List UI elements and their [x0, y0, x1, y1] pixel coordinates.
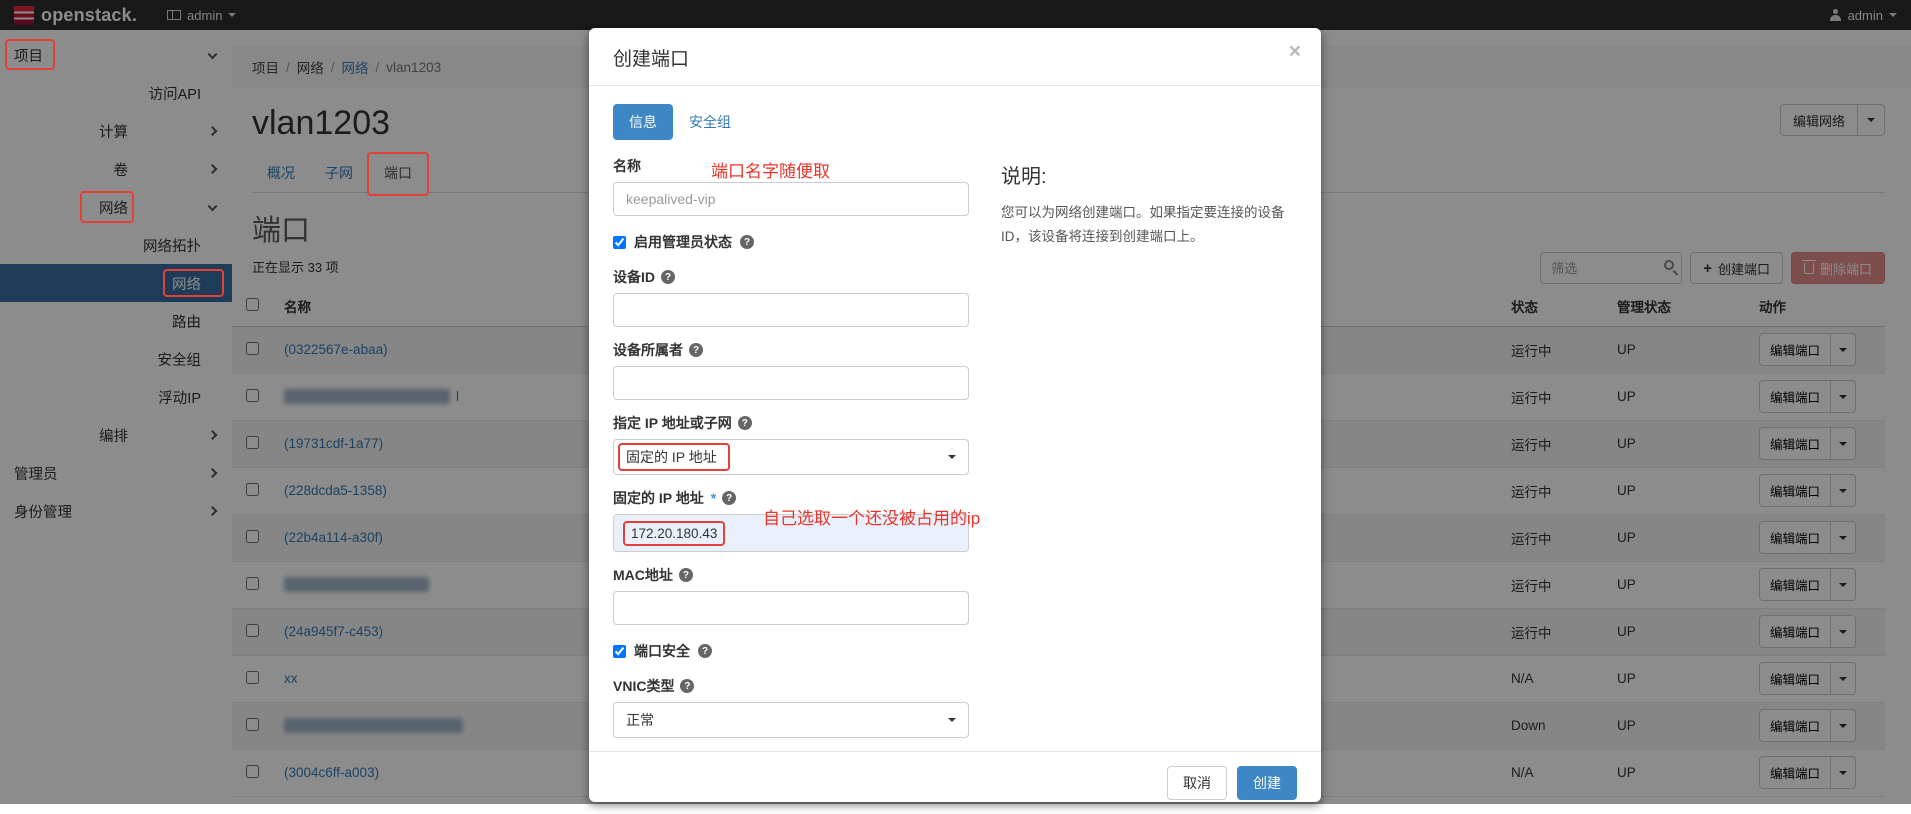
modal-body: 信息 安全组 名称 端口名字随便取 启用管理员状态 ? 设备ID ? 设备所属者: [589, 86, 1321, 751]
cancel-button[interactable]: 取消: [1167, 766, 1227, 800]
caret-down-icon: [948, 455, 956, 459]
mac-address-input[interactable]: [613, 591, 969, 625]
device-owner-field-group: 设备所属者 ?: [613, 340, 969, 400]
create-port-modal: 创建端口 × 信息 安全组 名称 端口名字随便取 启用管理员状态 ? 设备ID …: [589, 28, 1321, 802]
device-id-input[interactable]: [613, 293, 969, 327]
admin-state-label: 启用管理员状态: [634, 232, 732, 252]
required-mark: *: [711, 490, 716, 506]
fixed-ip-field-group: 固定的 IP 地址* ? 自己选取一个还没被占用的ip 172.20.180.4…: [613, 488, 969, 552]
close-icon[interactable]: ×: [1289, 40, 1301, 64]
port-security-checkbox-row: 端口安全 ?: [613, 641, 969, 661]
modal-header: 创建端口 ×: [589, 28, 1321, 86]
modal-form-column: 信息 安全组 名称 端口名字随便取 启用管理员状态 ? 设备ID ? 设备所属者: [613, 104, 969, 751]
ip-or-subnet-field-group: 指定 IP 地址或子网 ? 固定的 IP 地址: [613, 413, 969, 475]
device-owner-input[interactable]: [613, 366, 969, 400]
mac-label: MAC地址: [613, 565, 673, 585]
admin-state-checkbox[interactable]: [613, 236, 626, 249]
caret-down-icon: [948, 718, 956, 722]
vnic-type-select[interactable]: 正常: [613, 702, 969, 738]
help-icon[interactable]: ?: [680, 679, 694, 693]
annotation-ip-hint: 自己选取一个还没被占用的ip: [763, 504, 980, 529]
ip-or-subnet-label: 指定 IP 地址或子网: [613, 413, 732, 433]
help-icon[interactable]: ?: [689, 343, 703, 357]
modal-title: 创建端口: [613, 44, 1297, 71]
fixed-ip-value: 172.20.180.43: [623, 521, 725, 546]
vnic-selected-value: 正常: [626, 710, 654, 730]
help-icon[interactable]: ?: [679, 568, 693, 582]
modal-description-column: 说明: 您可以为网络创建端口。如果指定要连接的设备ID，该设备将连接到创建端口上…: [1001, 104, 1297, 751]
port-name-input[interactable]: [613, 182, 969, 216]
submit-button[interactable]: 创建: [1237, 766, 1297, 800]
admin-state-checkbox-row: 启用管理员状态 ?: [613, 232, 969, 252]
modal-tabs: 信息 安全组: [613, 104, 969, 140]
modal-footer: 取消 创建: [589, 751, 1321, 814]
modal-tab-info[interactable]: 信息: [613, 104, 673, 140]
name-label: 名称: [613, 156, 641, 176]
help-icon[interactable]: ?: [698, 644, 712, 658]
device-owner-label: 设备所属者: [613, 340, 683, 360]
help-icon[interactable]: ?: [740, 235, 754, 249]
vnic-label: VNIC类型: [613, 676, 674, 696]
device-id-label: 设备ID: [613, 267, 655, 287]
fixed-ip-label: 固定的 IP 地址: [613, 488, 704, 508]
ip-or-subnet-select[interactable]: 固定的 IP 地址: [613, 439, 969, 475]
device-id-field-group: 设备ID ?: [613, 267, 969, 327]
description-heading: 说明:: [1001, 160, 1297, 189]
modal-tab-security-groups[interactable]: 安全组: [673, 104, 747, 140]
help-icon[interactable]: ?: [738, 416, 752, 430]
vnic-field-group: VNIC类型 ? 正常: [613, 676, 969, 738]
name-field-group: 名称 端口名字随便取: [613, 156, 969, 216]
annotation-name-hint: 端口名字随便取: [711, 157, 830, 182]
help-icon[interactable]: ?: [661, 270, 675, 284]
mac-field-group: MAC地址 ?: [613, 565, 969, 625]
port-security-checkbox[interactable]: [613, 645, 626, 658]
description-text: 您可以为网络创建端口。如果指定要连接的设备ID，该设备将连接到创建端口上。: [1001, 201, 1297, 248]
help-icon[interactable]: ?: [722, 491, 736, 505]
ip-or-subnet-selected-value: 固定的 IP 地址: [626, 447, 717, 467]
port-security-label: 端口安全: [634, 641, 690, 661]
